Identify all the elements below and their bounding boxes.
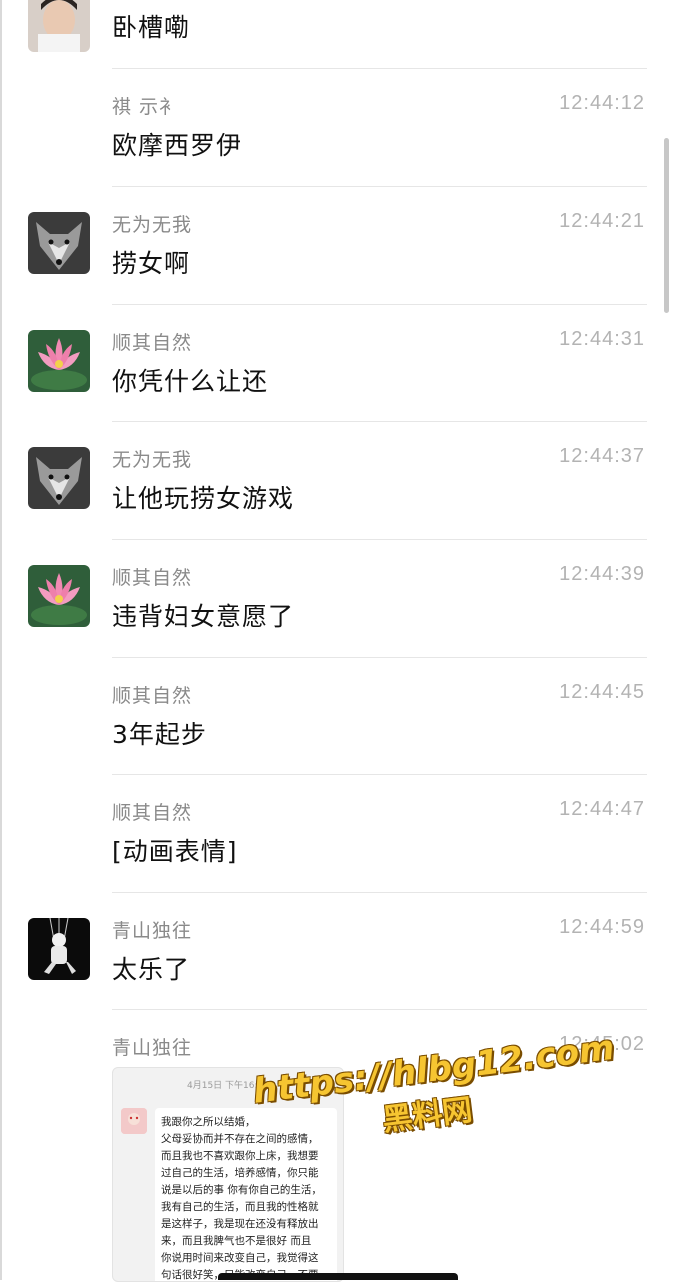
avatar-lotus[interactable]	[28, 565, 90, 627]
screenshot-line: 是这样子，我是现在还没有释放出	[161, 1218, 319, 1230]
avatar-lotus[interactable]	[28, 330, 90, 392]
chat-message[interactable]: 顺其自然 12:44:39 违背妇女意愿了	[0, 539, 675, 657]
chat-message[interactable]: 青山独往 12:44:59 太乐了	[0, 892, 675, 1010]
home-indicator[interactable]	[218, 1273, 458, 1280]
screenshot-line: 过自己的生活，培养感情，你只能	[161, 1167, 319, 1179]
chat-message[interactable]: 无为无我 12:44:21 捞女啊	[0, 186, 675, 304]
message-time: 12:44:59	[559, 916, 645, 938]
chat-message[interactable]: 卧槽嘞	[0, 0, 675, 68]
sender-name: 无为无我	[112, 214, 193, 236]
avatar-man[interactable]	[28, 0, 90, 52]
sender-name: 顺其自然	[112, 332, 193, 354]
avatar-astronaut[interactable]	[28, 918, 90, 980]
sender-name: 顺其自然	[112, 685, 193, 707]
screenshot-line: 父母妥协而并不存在之间的感情，	[161, 1133, 319, 1145]
screenshot-avatar	[121, 1108, 147, 1134]
chat-message[interactable]: 无为无我 12:44:37 让他玩捞女游戏	[0, 421, 675, 539]
screenshot-line: 我跟你之所以结婚，	[161, 1116, 256, 1128]
sender-name: 青山独往	[112, 920, 193, 942]
message-text: 卧槽嘞	[112, 13, 191, 42]
screenshot-line: 我有自己的生活，而且我的性格就	[161, 1201, 319, 1213]
sender-name: 祺 示衤	[112, 96, 180, 118]
message-text: 让他玩捞女游戏	[112, 484, 295, 513]
screenshot-line: 而且我也不喜欢跟你上床，我想要	[161, 1150, 319, 1162]
message-text: [动画表情]	[112, 837, 238, 866]
scrollbar[interactable]	[664, 138, 669, 313]
avatar-wolf[interactable]	[28, 447, 90, 509]
message-time: 12:44:12	[559, 92, 645, 114]
chat-message[interactable]: 顺其自然 12:44:45 3年起步	[0, 657, 675, 775]
sender-name: 无为无我	[112, 449, 193, 471]
message-time: 12:44:37	[559, 445, 645, 467]
message-text: 欧摩西罗伊	[112, 131, 243, 160]
chat-message[interactable]: 顺其自然 12:44:31 你凭什么让还	[0, 304, 675, 422]
chat-message[interactable]: 祺 示衤 12:44:12 欧摩西罗伊	[0, 68, 675, 186]
sender-name: 青山独往	[112, 1037, 193, 1059]
screenshot-line: 说是以后的事 你有你自己的生活，	[161, 1184, 322, 1196]
screenshot-date: 4月15日 下午16:01	[187, 1081, 269, 1091]
message-text: 太乐了	[112, 955, 191, 984]
screenshot-line: 来，而且我脾气也不是很好 而且	[161, 1235, 312, 1247]
image-message-thumbnail[interactable]: 4月15日 下午16:01 我跟你之所以结婚， 父母妥协而并不存在之间的感情， …	[112, 1067, 344, 1282]
message-text: 捞女啊	[112, 249, 191, 278]
message-text: 3年起步	[112, 720, 207, 749]
message-text: 你凭什么让还	[112, 367, 269, 396]
message-time: 12:44:47	[559, 798, 645, 820]
message-time: 12:44:21	[559, 210, 645, 232]
sender-name: 顺其自然	[112, 567, 193, 589]
message-time: 12:44:31	[559, 328, 645, 350]
message-time: 12:44:45	[559, 681, 645, 703]
message-text: 违背妇女意愿了	[112, 602, 295, 631]
avatar-wolf[interactable]	[28, 212, 90, 274]
message-time: 12:44:39	[559, 563, 645, 585]
message-time: 12:45:02	[559, 1033, 645, 1055]
chat-message[interactable]: 顺其自然 12:44:47 [动画表情]	[0, 774, 675, 892]
screenshot-line: 你说用时间来改变自己，我觉得这	[161, 1252, 319, 1264]
sender-name: 顺其自然	[112, 802, 193, 824]
screenshot-text-bubble: 我跟你之所以结婚， 父母妥协而并不存在之间的感情， 而且我也不喜欢跟你上床，我想…	[155, 1108, 337, 1281]
